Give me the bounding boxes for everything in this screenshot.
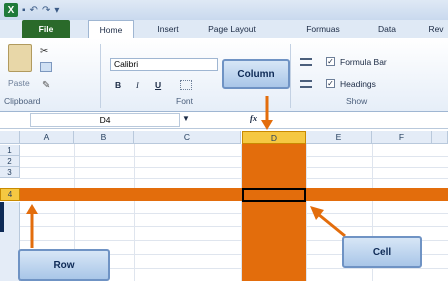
column-callout: Column xyxy=(222,59,290,89)
column-arrow-head xyxy=(261,120,273,130)
row-callout: Row xyxy=(18,249,110,281)
cell-arrow-line xyxy=(317,212,346,238)
cell-callout: Cell xyxy=(342,236,422,268)
row-arrow-head xyxy=(26,204,38,214)
